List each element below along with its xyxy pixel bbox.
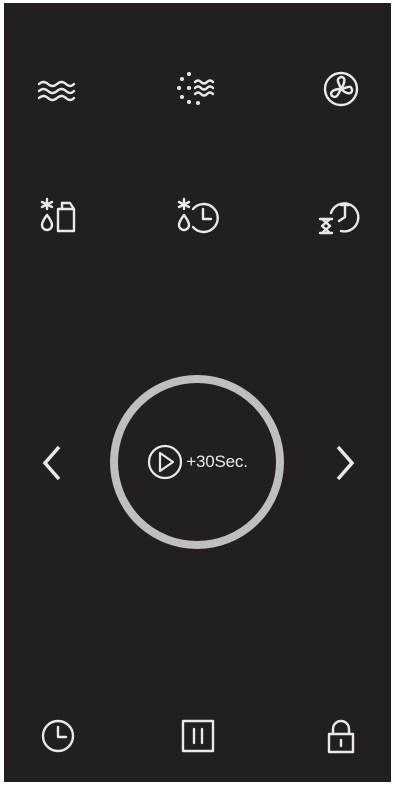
pause-icon [181,719,215,753]
steam-mode-button[interactable] [168,59,228,119]
add-30-seconds-label: +30Sec. [186,452,248,471]
defrost-clock-icon [177,197,219,234]
defrost-icon [40,197,76,233]
clock-icon [41,719,75,753]
timer-button[interactable] [28,706,88,766]
chevron-right-icon [336,445,355,481]
next-button[interactable] [315,433,375,493]
top-bottom-heat-button[interactable] [26,61,86,121]
steam-dots-icon [177,72,215,105]
lock-icon [327,719,355,754]
chevron-left-icon [42,445,61,481]
defrost-mode-button[interactable] [30,186,90,246]
start-dial[interactable]: +30Sec. [110,375,284,549]
fan-mode-button[interactable] [311,59,371,119]
fan-icon [323,71,359,107]
play-icon [148,444,183,480]
delay-start-button[interactable] [309,186,369,246]
hourglass-clock-icon [318,202,360,235]
control-panel: +30Sec. [4,3,391,782]
pause-button[interactable] [168,706,228,766]
wave-lines-icon [37,80,76,102]
previous-button[interactable] [22,433,82,493]
lock-button[interactable] [311,706,371,766]
defrost-timer-button[interactable] [169,186,229,246]
dial-content: +30Sec. [118,383,276,541]
